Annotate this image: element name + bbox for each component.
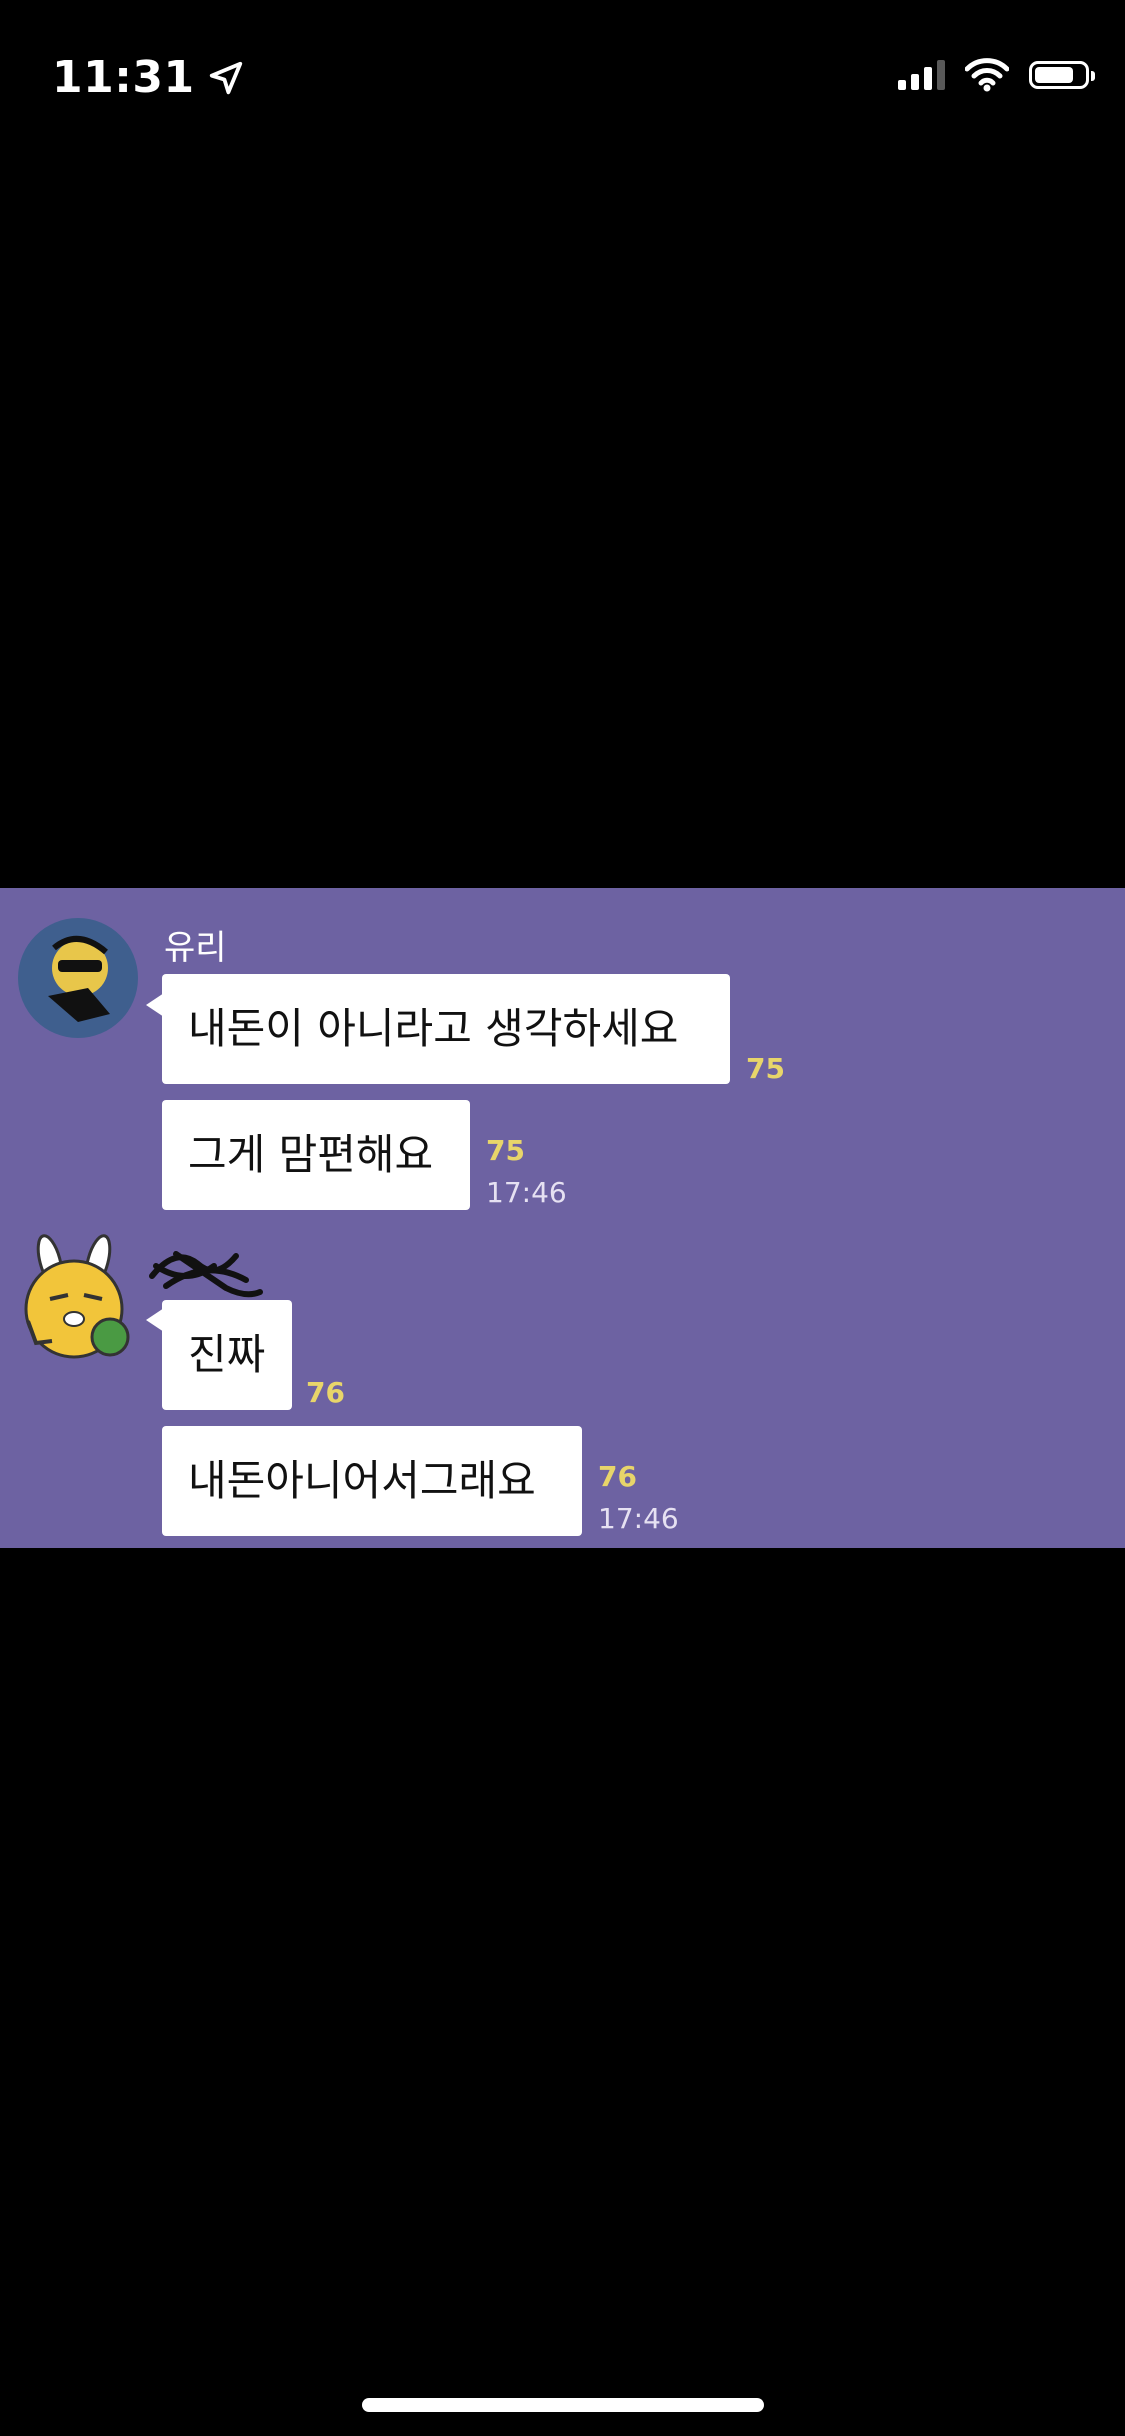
message-text: 내돈아니어서그래요 (188, 1456, 536, 1505)
message-text: 그게 맘편해요 (188, 1130, 434, 1179)
unread-count: 75 (486, 1134, 525, 1167)
message-bubble[interactable]: 진짜 (162, 1300, 292, 1410)
status-bar-time: 11:31 (52, 52, 245, 103)
message-text: 내돈이 아니라고 생각하세요 (188, 1004, 679, 1053)
message-time: 17:46 (598, 1502, 679, 1535)
message-time: 17:46 (486, 1176, 567, 1209)
chat-screenshot: 유리 내돈이 아니라고 생각하세요 75 그게 맘편해요 75 17:46 진짜… (0, 888, 1125, 1548)
redacted-name-scribble (149, 1251, 263, 1298)
message-bubble[interactable]: 그게 맘편해요 (162, 1100, 470, 1210)
battery-icon (1029, 61, 1095, 89)
cellular-signal-icon (898, 60, 945, 90)
location-arrow-icon (209, 61, 242, 94)
wifi-icon (965, 58, 1009, 92)
unread-count: 75 (746, 1052, 785, 1085)
avatar[interactable] (18, 918, 138, 1038)
message-bubble[interactable]: 내돈이 아니라고 생각하세요 (162, 974, 730, 1084)
unread-count: 76 (598, 1460, 637, 1493)
unread-count: 76 (306, 1376, 345, 1409)
sender-name: 유리 (164, 928, 227, 968)
message-text: 진짜 (188, 1330, 266, 1379)
message-bubble[interactable]: 내돈아니어서그래요 (162, 1426, 582, 1536)
status-bar-indicators (898, 58, 1095, 92)
avatar[interactable] (10, 1233, 140, 1363)
clock-label: 11:31 (52, 52, 195, 103)
home-indicator[interactable] (362, 2398, 764, 2412)
